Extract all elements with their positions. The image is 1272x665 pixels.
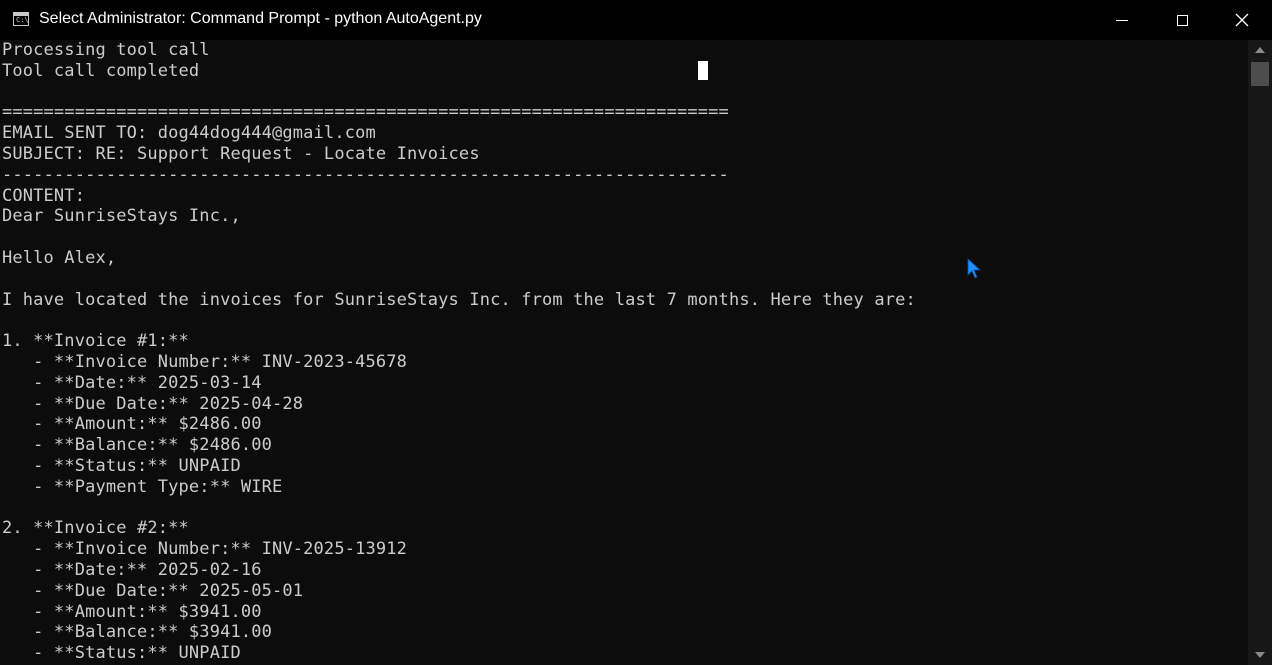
maximize-button[interactable] bbox=[1152, 0, 1212, 40]
scroll-down-button[interactable] bbox=[1248, 645, 1272, 665]
console-line: - **Invoice Number:** INV-2025-13912 bbox=[2, 539, 408, 560]
scroll-up-arrow-icon bbox=[1255, 47, 1265, 53]
console-line: - **Due Date:** 2025-05-01 bbox=[2, 580, 304, 601]
minimize-icon bbox=[1116, 19, 1128, 21]
console-line: Dear SunriseStays Inc., bbox=[2, 206, 241, 227]
scroll-up-button[interactable] bbox=[1248, 40, 1272, 60]
console-line: Hello Alex, bbox=[2, 247, 117, 268]
console-line: - **Balance:** $3941.00 bbox=[2, 622, 273, 643]
cmd-icon[interactable]: C:\ bbox=[13, 12, 29, 26]
cmd-icon-label: C:\ bbox=[16, 16, 29, 24]
vertical-scrollbar[interactable] bbox=[1248, 40, 1272, 665]
mouse-pointer-icon bbox=[967, 258, 981, 279]
scroll-thumb[interactable] bbox=[1251, 62, 1269, 86]
console-line: CONTENT: bbox=[2, 185, 86, 206]
close-button[interactable] bbox=[1212, 0, 1272, 40]
command-prompt-window: C:\ Select Administrator: Command Prompt… bbox=[0, 0, 1272, 665]
console-line: - **Due Date:** 2025-04-28 bbox=[2, 393, 304, 414]
console-line: - **Status:** UNPAID bbox=[2, 643, 241, 664]
console-line: Processing tool call bbox=[2, 40, 210, 60]
console-line: - **Amount:** $3941.00 bbox=[2, 601, 262, 622]
close-icon bbox=[1235, 13, 1249, 27]
text-cursor-block bbox=[698, 61, 708, 80]
minimize-button[interactable] bbox=[1092, 0, 1152, 40]
console-text: Processing tool call Tool call completed =… bbox=[2, 40, 916, 664]
console-line: ----------------------------------------… bbox=[2, 164, 729, 185]
console-line: Tool call completed bbox=[2, 60, 200, 81]
scroll-down-arrow-icon bbox=[1255, 652, 1265, 658]
console-line: EMAIL SENT TO: dog44dog444@gmail.com bbox=[2, 123, 376, 144]
console-line: I have located the invoices for SunriseS… bbox=[2, 289, 916, 310]
maximize-icon bbox=[1176, 14, 1188, 26]
console-line: - **Invoice Number:** INV-2023-45678 bbox=[2, 351, 408, 372]
console-line: - **Status:** UNPAID bbox=[2, 455, 241, 476]
console-line: 1. **Invoice #1:** bbox=[2, 331, 189, 352]
console-line: - **Amount:** $2486.00 bbox=[2, 414, 262, 435]
console-line: - **Payment Type:** WIRE bbox=[2, 476, 283, 497]
console-line: - **Date:** 2025-03-14 bbox=[2, 372, 262, 393]
console-line: - **Date:** 2025-02-16 bbox=[2, 559, 262, 580]
console-line: 2. **Invoice #2:** bbox=[2, 518, 189, 539]
console-line: - **Balance:** $2486.00 bbox=[2, 435, 273, 456]
window-title: Select Administrator: Command Prompt - p… bbox=[39, 10, 482, 27]
console-line: ========================================… bbox=[2, 102, 729, 123]
console-line: SUBJECT: RE: Support Request - Locate In… bbox=[2, 143, 480, 164]
console-output[interactable]: Processing tool call Tool call completed =… bbox=[0, 40, 1248, 665]
title-bar[interactable]: C:\ Select Administrator: Command Prompt… bbox=[0, 0, 1272, 40]
